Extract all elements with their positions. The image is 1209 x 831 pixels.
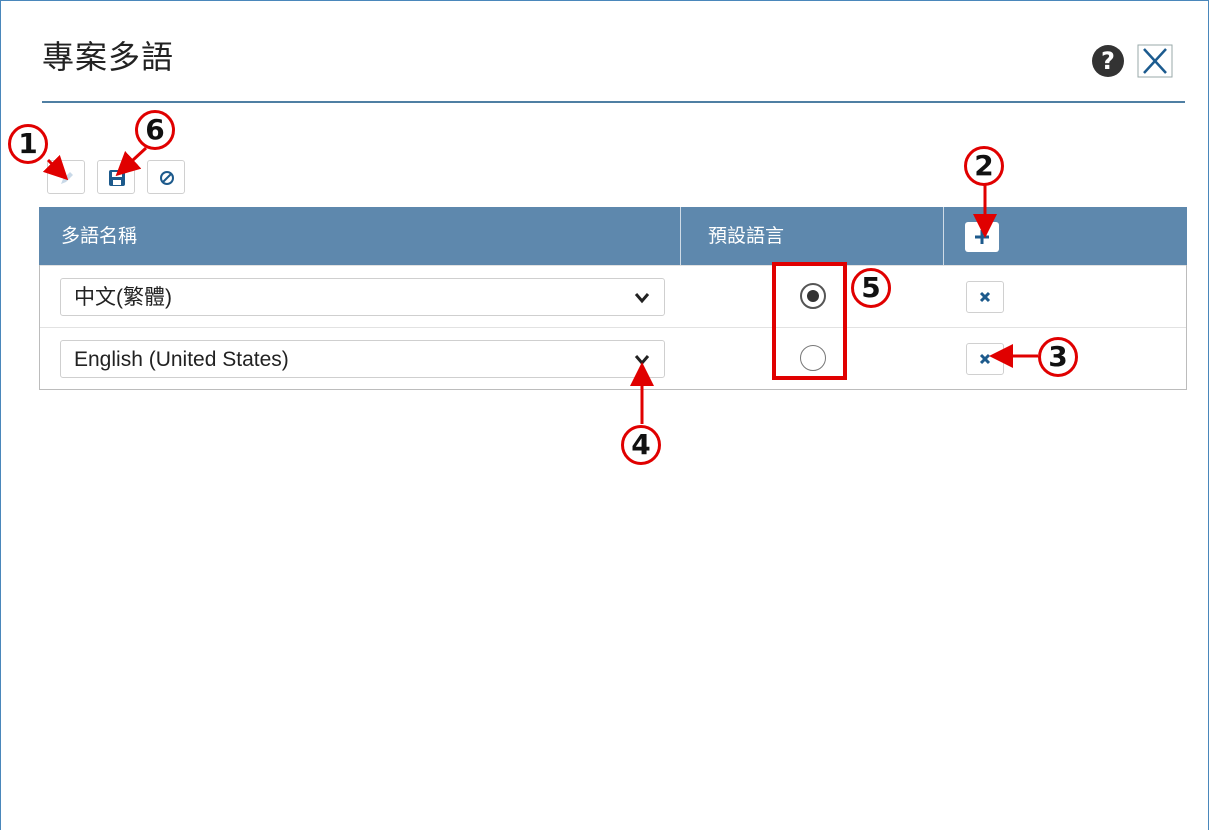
annotation-arrows [42,146,1038,424]
annotation-badge: 6 [135,110,175,150]
annotation-badge: 4 [621,425,661,465]
annotation-badge: 3 [1038,337,1078,377]
annotation-badge: 5 [851,268,891,308]
annotation-badge: 1 [8,124,48,164]
annotation-badge: 2 [964,146,1004,186]
